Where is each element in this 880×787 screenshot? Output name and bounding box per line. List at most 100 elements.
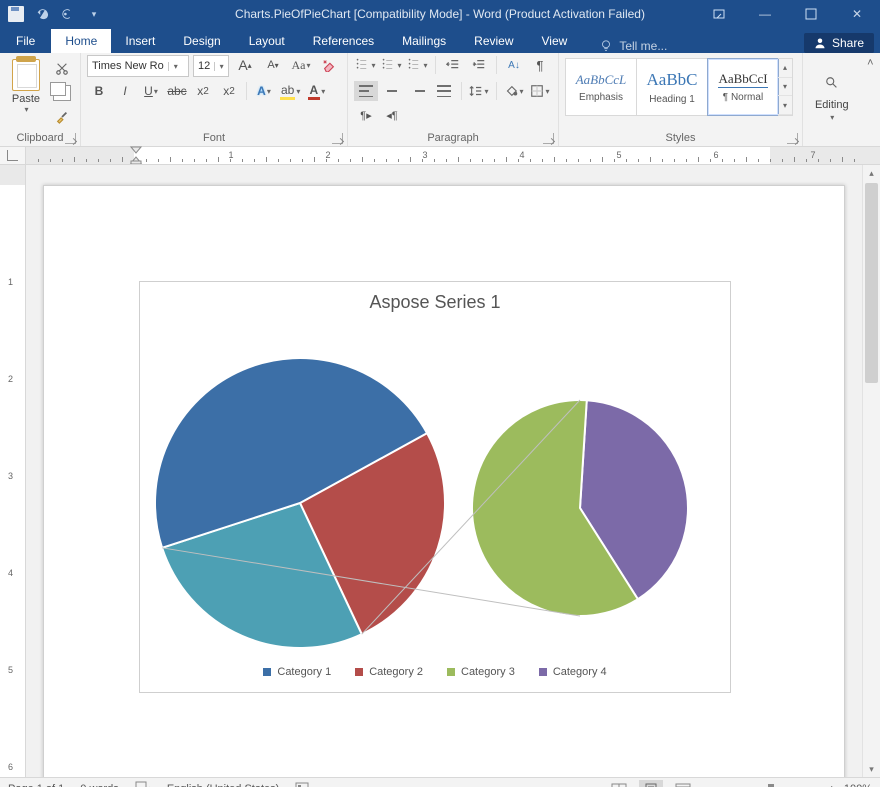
print-layout-button[interactable] — [639, 780, 663, 787]
shrink-font-icon: A — [267, 59, 274, 71]
undo-button[interactable] — [30, 3, 54, 25]
vertical-scrollbar[interactable]: ▴ ▾ — [862, 165, 880, 777]
font-size-combo[interactable]: 12▾ — [193, 55, 229, 77]
style-name: ¶ Normal — [723, 92, 763, 103]
style-sample: AaBbCcI — [718, 71, 767, 88]
decrease-indent-button[interactable] — [441, 55, 465, 75]
bullets-button[interactable]: ▾ — [354, 55, 378, 75]
rtl-button[interactable]: ◂¶ — [380, 105, 404, 125]
maximize-button[interactable] — [788, 0, 834, 28]
qat-customize-button[interactable]: ▾ — [82, 3, 106, 25]
tab-references[interactable]: References — [299, 29, 388, 53]
paste-button[interactable]: Paste ▾ — [6, 55, 46, 130]
underline-button[interactable]: U▾ — [139, 81, 163, 101]
borders-button[interactable]: ▾ — [528, 81, 552, 101]
chart-object[interactable]: Aspose Series 1 Category 1Category 2Cate… — [139, 281, 731, 693]
grow-font-button[interactable]: A▴ — [233, 55, 257, 75]
align-right-button[interactable] — [406, 81, 430, 101]
page-indicator[interactable]: Page 1 of 1 — [8, 783, 64, 787]
ribbon-display-options-button[interactable] — [696, 0, 742, 28]
cut-button[interactable] — [50, 59, 74, 79]
ltr-button[interactable]: ¶▸ — [354, 105, 378, 125]
highlight-button[interactable]: ab▾ — [278, 81, 302, 101]
numbering-button[interactable]: ▾ — [380, 55, 404, 75]
show-marks-button[interactable]: ¶ — [528, 55, 552, 75]
zoom-slider-thumb[interactable] — [768, 784, 774, 787]
share-button[interactable]: Share — [804, 33, 874, 53]
paragraph-dialog-launcher[interactable] — [543, 133, 554, 144]
close-button[interactable]: ✕ — [834, 0, 880, 28]
bullets-icon — [356, 59, 370, 71]
tab-review[interactable]: Review — [460, 29, 527, 53]
styles-dialog-launcher[interactable] — [787, 133, 798, 144]
spellcheck-button[interactable] — [135, 781, 151, 787]
redo-button[interactable] — [56, 3, 80, 25]
document-title: Charts.PieOfPieChart [Compatibility Mode… — [235, 7, 645, 21]
chevron-down-icon: ▾ — [830, 113, 834, 122]
first-line-indent-marker[interactable] — [130, 146, 142, 164]
tab-layout[interactable]: Layout — [235, 29, 299, 53]
style-emphasis[interactable]: AaBbCcL Emphasis — [565, 58, 637, 116]
bold-button[interactable]: B — [87, 81, 111, 101]
word-count[interactable]: 0 words — [80, 783, 119, 787]
multilevel-list-button[interactable]: ▾ — [406, 55, 430, 75]
tab-mailings[interactable]: Mailings — [388, 29, 460, 53]
clear-formatting-button[interactable] — [317, 55, 341, 75]
align-left-button[interactable] — [354, 81, 378, 101]
zoom-out-button[interactable]: − — [703, 781, 711, 787]
language-indicator[interactable]: English (United States) — [167, 783, 280, 787]
zoom-in-button[interactable]: + — [828, 781, 836, 787]
subscript-button[interactable]: x2 — [191, 81, 215, 101]
sort-button[interactable]: A↓ — [502, 55, 526, 75]
style-heading1[interactable]: AaBbC Heading 1 — [636, 58, 708, 116]
web-layout-icon — [675, 783, 691, 787]
highlight-icon: ab — [280, 83, 295, 100]
paste-dropdown-icon: ▾ — [24, 105, 28, 114]
tab-design[interactable]: Design — [169, 29, 234, 53]
italic-button[interactable]: I — [113, 81, 137, 101]
minimize-button[interactable]: — — [742, 0, 788, 28]
tab-file[interactable]: File — [0, 29, 51, 53]
tell-me-search[interactable]: Tell me... — [599, 39, 667, 53]
macro-button[interactable] — [295, 782, 309, 787]
paintbrush-icon — [55, 110, 69, 124]
legend-swatch — [447, 668, 455, 676]
strikethrough-button[interactable]: abc — [165, 81, 189, 101]
change-case-button[interactable]: Aa▾ — [289, 55, 313, 75]
font-dialog-launcher[interactable] — [332, 133, 343, 144]
outdent-icon — [446, 58, 460, 72]
justify-button[interactable] — [432, 81, 456, 101]
line-spacing-button[interactable]: ▾ — [467, 81, 491, 101]
align-center-button[interactable] — [380, 81, 404, 101]
tab-insert[interactable]: Insert — [111, 29, 169, 53]
scrollbar-thumb[interactable] — [865, 183, 878, 383]
superscript-button[interactable]: x2 — [217, 81, 241, 101]
magnifier-icon — [825, 76, 839, 90]
legend-label: Category 2 — [369, 666, 423, 678]
legend-swatch — [539, 668, 547, 676]
group-paragraph: ▾ ▾ ▾ A↓ ¶ ▾ ▾ ▾ ¶ — [348, 53, 559, 146]
collapse-ribbon-button[interactable]: ˄ — [861, 53, 880, 146]
zoom-level[interactable]: 100% — [844, 783, 872, 787]
styles-gallery-scroll[interactable]: ▴ ▾ ▾ — [778, 58, 793, 116]
format-painter-button[interactable] — [50, 107, 74, 127]
tab-home[interactable]: Home — [51, 29, 111, 53]
shading-button[interactable]: ▾ — [502, 81, 526, 101]
shrink-font-button[interactable]: A▾ — [261, 55, 285, 75]
clipboard-dialog-launcher[interactable] — [65, 133, 76, 144]
vertical-ruler[interactable]: 123456 — [0, 165, 26, 777]
text-effects-button[interactable]: A▾ — [252, 81, 276, 101]
find-button[interactable] — [820, 69, 844, 97]
horizontal-ruler[interactable]: 1234567 — [26, 147, 880, 165]
increase-indent-button[interactable] — [467, 55, 491, 75]
style-normal[interactable]: AaBbCcI ¶ Normal — [707, 58, 779, 116]
document-canvas[interactable]: Aspose Series 1 Category 1Category 2Cate… — [26, 165, 862, 777]
tab-view[interactable]: View — [528, 29, 582, 53]
copy-button[interactable] — [50, 83, 74, 103]
save-button[interactable] — [4, 3, 28, 25]
font-name-combo[interactable]: Times New Ro▾ — [87, 55, 189, 77]
read-mode-button[interactable] — [607, 780, 631, 787]
tab-selector[interactable] — [0, 147, 26, 165]
font-color-button[interactable]: A▾ — [304, 81, 328, 101]
web-layout-button[interactable] — [671, 780, 695, 787]
